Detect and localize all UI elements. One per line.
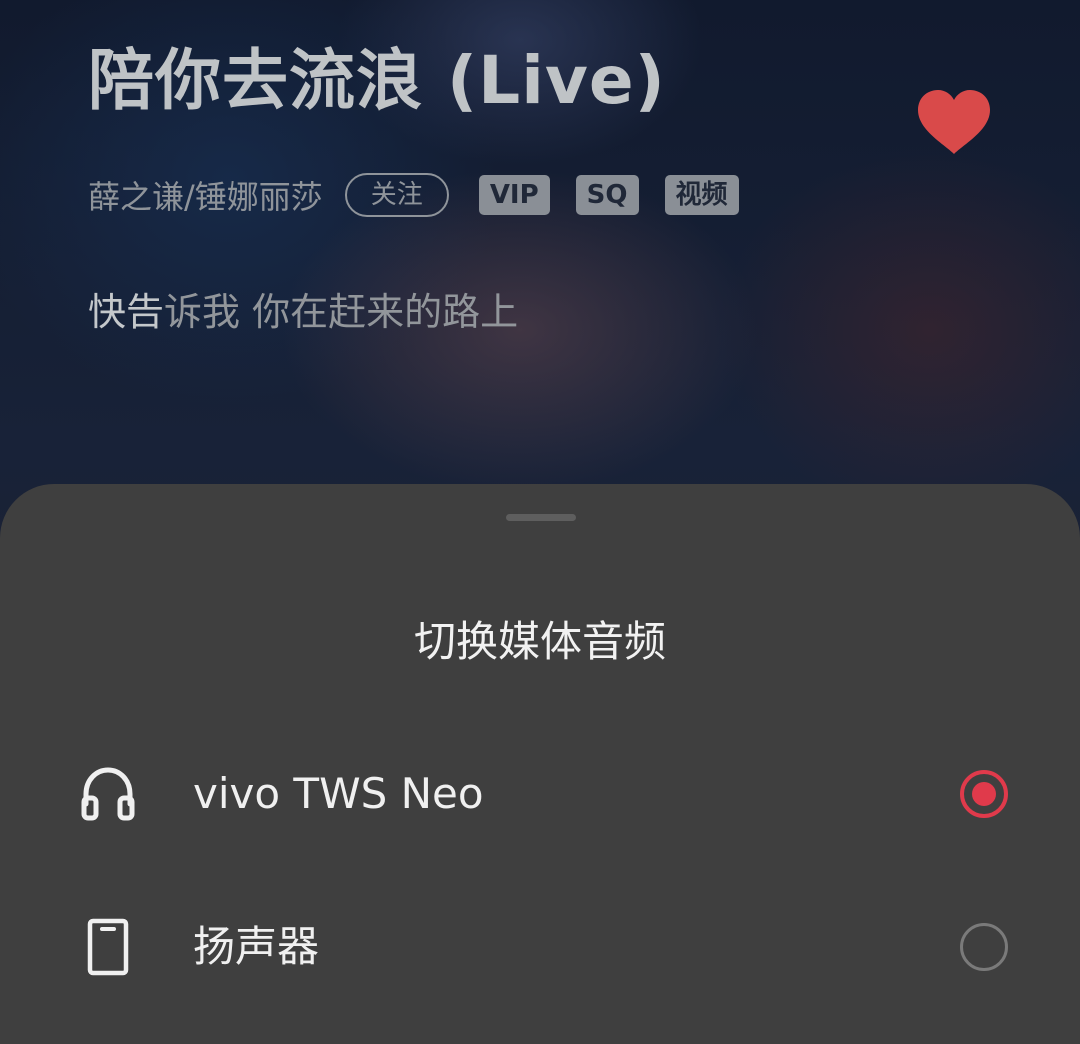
device-radio-selected[interactable] [960, 770, 1008, 818]
video-badge[interactable]: 视频 [664, 175, 739, 215]
headphones-icon [81, 767, 135, 821]
sheet-title: 切换媒体音频 [413, 617, 666, 666]
phone-speaker-icon [87, 918, 129, 976]
device-row-speaker[interactable]: 扬声器 [0, 887, 1080, 1007]
device-label: 扬声器 [193, 922, 320, 971]
song-title: 陪你去流浪 (Live) [88, 42, 666, 119]
heart-icon [918, 90, 990, 154]
lyric-highlight: 快告 [88, 290, 165, 334]
device-radio-unselected[interactable] [960, 923, 1008, 971]
artist-name[interactable]: 薛之谦/锤娜丽莎 [88, 172, 323, 218]
device-row-tws-neo[interactable]: vivo TWS Neo [0, 734, 1080, 854]
device-label: vivo TWS Neo [193, 769, 484, 818]
current-lyric[interactable]: 快告诉我 你在赶来的路上 [88, 282, 518, 342]
artist-row: 薛之谦/锤娜丽莎 关注 VIP SQ 视频 [88, 168, 739, 222]
favorite-button[interactable] [914, 88, 994, 158]
audio-output-sheet: 切换媒体音频 vivo TWS Neo 扬声器 [0, 484, 1080, 1044]
sheet-drag-handle[interactable] [506, 514, 576, 521]
sq-badge: SQ [575, 175, 639, 215]
vip-badge: VIP [478, 175, 550, 215]
follow-button[interactable]: 关注 [344, 173, 449, 217]
lyric-rest: 诉我 你在赶来的路上 [164, 290, 519, 334]
